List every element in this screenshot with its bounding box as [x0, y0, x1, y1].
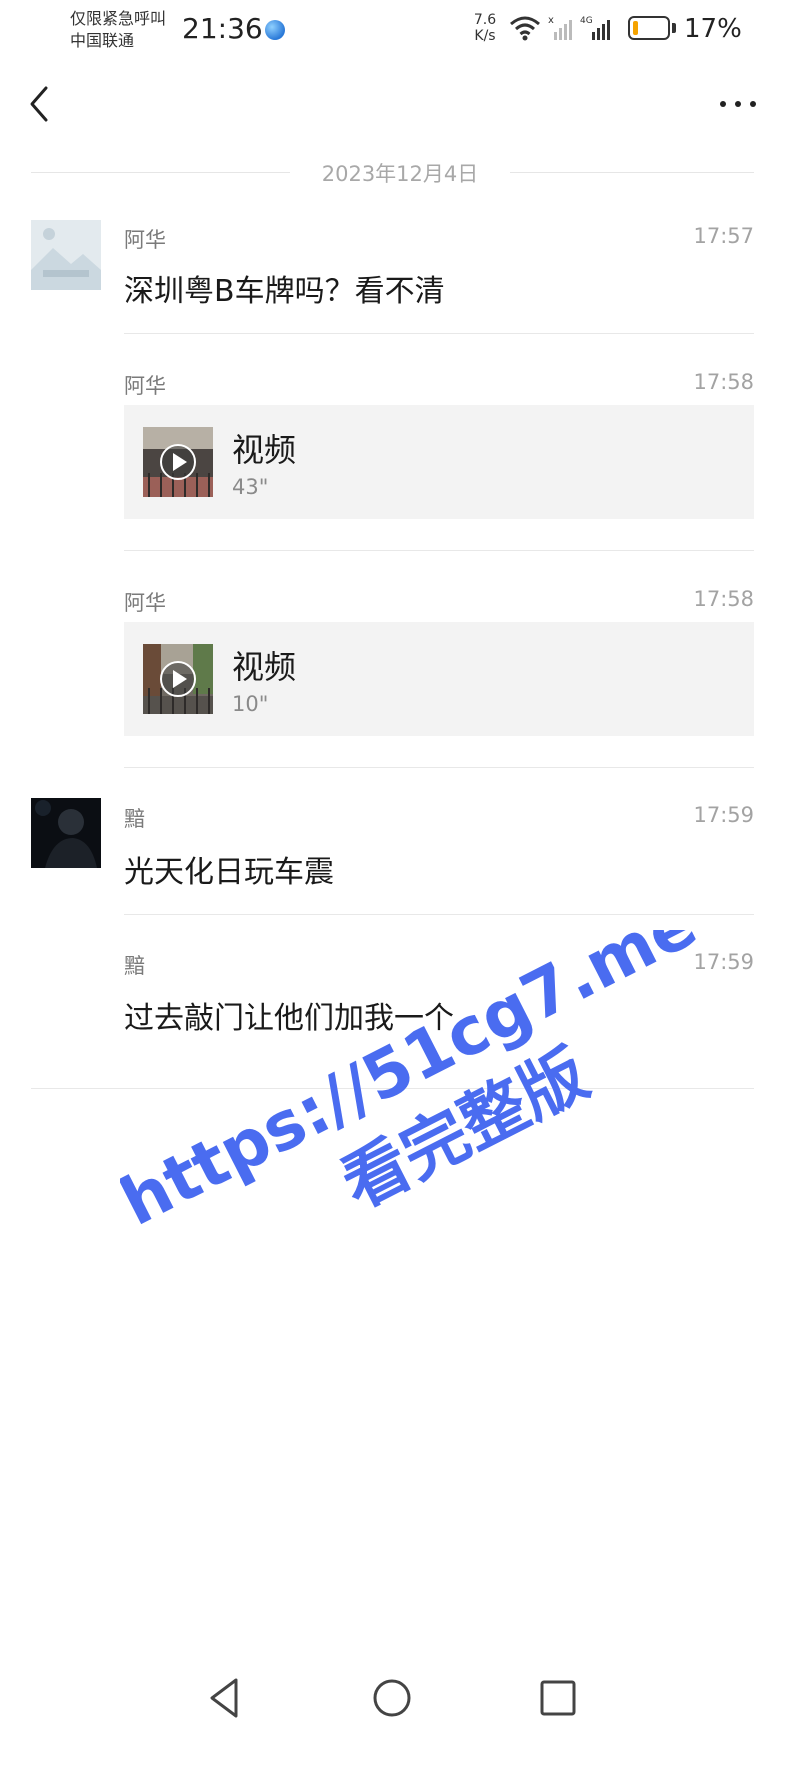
wifi-icon — [510, 16, 540, 41]
message-time: 17:58 — [693, 370, 754, 394]
watermark-url: https://51cg7.me — [120, 930, 708, 1241]
carrier-line-1: 仅限紧急呼叫 — [70, 9, 167, 28]
nav-home-icon[interactable] — [366, 1672, 418, 1724]
message-separator — [124, 550, 754, 551]
network-speed-unit: K/s — [474, 28, 496, 44]
battery-cap — [672, 23, 676, 33]
nav-recents-icon[interactable] — [532, 1672, 584, 1724]
message-text[interactable]: 光天化日玩车震 — [124, 847, 334, 891]
message-time: 17:58 — [693, 587, 754, 611]
browser-globe-icon — [265, 20, 285, 40]
video-label: 视频 — [232, 431, 297, 469]
date-divider-line-left — [31, 172, 290, 173]
signal-4g-icon: 4G — [580, 16, 610, 40]
network-speed-value: 7.6 — [473, 12, 497, 28]
video-message-card[interactable]: 视频 10" — [124, 622, 754, 736]
video-thumbnail — [143, 427, 213, 497]
date-divider-line-right — [510, 172, 754, 173]
carrier-info: 仅限紧急呼叫 中国联通 — [70, 8, 166, 52]
network-type-label: 4G — [580, 16, 593, 26]
video-duration: 43" — [232, 475, 269, 499]
chat-history-screen: 仅限紧急呼叫 中国联通 21:36 7.6 K/s x 4G 17% 2023年… — [0, 0, 800, 1778]
profile-photo-icon — [31, 798, 101, 868]
svg-text:x: x — [548, 15, 554, 26]
message-time: 17:59 — [693, 803, 754, 827]
video-duration: 10" — [232, 692, 269, 716]
message-separator — [124, 914, 754, 915]
date-divider: 2023年12月4日 — [321, 162, 479, 186]
message-time: 17:57 — [693, 224, 754, 248]
message-separator — [124, 767, 754, 768]
message-text[interactable]: 过去敲门让他们加我一个 — [124, 993, 454, 1037]
battery-icon — [628, 16, 670, 40]
message-time: 17:59 — [693, 950, 754, 974]
carrier-line-2: 中国联通 — [70, 31, 135, 50]
status-bar: 仅限紧急呼叫 中国联通 21:36 7.6 K/s x 4G 17% — [0, 0, 800, 64]
nav-back-icon[interactable] — [200, 1672, 252, 1724]
watermark: https://51cg7.me 看完整版 — [120, 930, 708, 1241]
watermark-caption: 看完整版 — [330, 1035, 600, 1223]
more-options-icon[interactable] — [716, 92, 760, 116]
avatar-ahua[interactable] — [31, 220, 101, 290]
message-sender: 阿华 — [124, 228, 166, 252]
battery-percent: 17% — [684, 14, 742, 44]
battery-fill — [633, 21, 638, 35]
message-separator — [124, 333, 754, 334]
message-sender: 黯 — [124, 954, 145, 978]
video-label: 视频 — [232, 648, 297, 686]
network-speed: 7.6 K/s — [468, 12, 502, 44]
image-placeholder-icon — [31, 220, 101, 290]
clock: 21:36 — [182, 12, 263, 45]
video-message-card[interactable]: 视频 43" — [124, 405, 754, 519]
message-sender: 阿华 — [124, 591, 166, 615]
message-sender: 阿华 — [124, 374, 166, 398]
message-sender: 黯 — [124, 807, 145, 831]
avatar-an[interactable] — [31, 798, 101, 868]
back-arrow-icon[interactable] — [24, 82, 60, 126]
video-thumbnail — [143, 644, 213, 714]
list-end-separator — [31, 1088, 754, 1089]
message-text[interactable]: 深圳粤B车牌吗？看不清 — [124, 266, 445, 310]
signal-no-service-icon: x — [548, 15, 572, 40]
